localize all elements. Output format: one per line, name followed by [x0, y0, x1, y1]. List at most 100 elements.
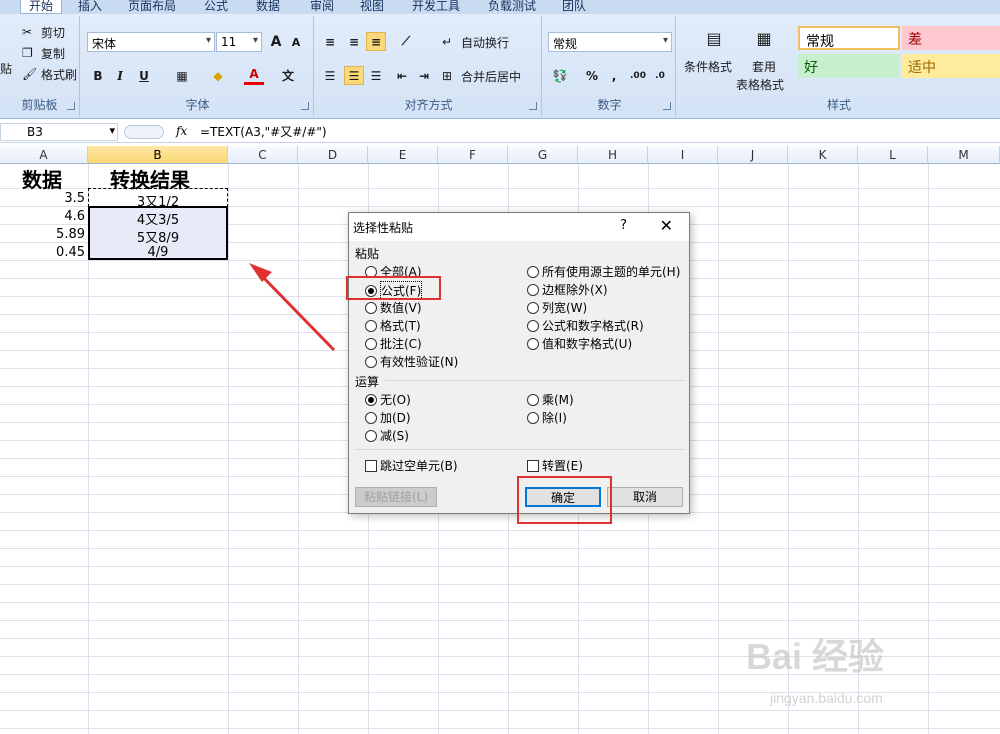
phonetic-button[interactable]: 文 [278, 66, 298, 85]
percent-button[interactable]: % [582, 66, 602, 85]
align-center-icon[interactable]: ☰ [344, 66, 364, 85]
increase-indent-icon[interactable]: ⇥ [414, 66, 434, 85]
column-header[interactable]: E [368, 146, 438, 164]
transpose-checkbox[interactable]: 转置(E) [527, 457, 583, 474]
style-normal[interactable]: 常规 [798, 26, 900, 50]
result-cell-b5[interactable]: 5又8/9 [88, 227, 228, 246]
align-right-icon[interactable]: ☰ [366, 66, 386, 85]
data-cell-a3[interactable]: 3.5 [64, 191, 85, 206]
border-icon[interactable]: ▦ [172, 66, 192, 85]
number-format-combo[interactable]: 常规 [548, 32, 672, 52]
column-header[interactable]: L [858, 146, 928, 164]
conditional-format-icon[interactable]: ▤ [702, 26, 726, 50]
decrease-indent-icon[interactable]: ⇤ [392, 66, 412, 85]
zoom-slider-icon[interactable] [124, 125, 164, 139]
tab-page-layout[interactable]: 页面布局 [128, 0, 176, 14]
data-cell-a6[interactable]: 0.45 [56, 245, 85, 260]
decrease-decimal-button[interactable]: .0 [650, 66, 670, 85]
wrap-text-button[interactable]: ↵ 自动换行 [442, 34, 509, 51]
column-header[interactable]: K [788, 146, 858, 164]
result-cell-b6[interactable]: 4/9 [88, 245, 228, 260]
tab-insert[interactable]: 插入 [78, 0, 102, 14]
dialog-launcher-icon[interactable] [663, 102, 671, 110]
align-top-icon[interactable]: ≡ [320, 32, 340, 51]
tab-data[interactable]: 数据 [256, 0, 280, 14]
column-header[interactable]: I [648, 146, 718, 164]
paste-option-column-widths[interactable]: 列宽(W) [527, 299, 587, 316]
header-cell-b[interactable]: 转换结果 [110, 164, 190, 193]
close-button[interactable]: ✕ [660, 216, 673, 235]
font-size-combo[interactable]: 11 [216, 32, 262, 52]
format-painter-button[interactable]: 🖌 格式刷 [22, 66, 77, 83]
merge-center-button[interactable]: ⊞ 合并后居中 [442, 68, 521, 85]
help-button[interactable]: ? [620, 218, 627, 233]
column-header[interactable]: H [578, 146, 648, 164]
header-cell-a[interactable]: 数据 [22, 164, 62, 193]
data-cell-a5[interactable]: 5.89 [56, 227, 85, 242]
column-header[interactable]: J [718, 146, 788, 164]
tab-view[interactable]: 视图 [360, 0, 384, 14]
align-left-icon[interactable]: ☰ [320, 66, 340, 85]
shrink-font-button[interactable]: A [286, 33, 306, 52]
column-header[interactable]: F [438, 146, 508, 164]
operation-none[interactable]: 无(O) [365, 391, 411, 408]
cancel-button[interactable]: 取消 [607, 487, 683, 507]
tab-home[interactable]: 开始 [20, 0, 63, 14]
currency-icon[interactable]: 💱 [550, 66, 570, 85]
cut-button[interactable]: ✂ 剪切 [22, 24, 65, 41]
style-neutral[interactable]: 适中 [902, 54, 1000, 78]
format-table-button[interactable]: 套用 [752, 58, 776, 75]
fill-color-icon[interactable]: ◆ [208, 66, 228, 85]
column-header[interactable]: D [298, 146, 368, 164]
result-cell-b3[interactable]: 3又1/2 [88, 191, 228, 210]
dialog-launcher-icon[interactable] [67, 102, 75, 110]
formula-input[interactable]: =TEXT(A3,"#又#/#") [200, 123, 327, 140]
data-cell-a4[interactable]: 4.6 [64, 209, 85, 224]
column-header[interactable]: M [928, 146, 1000, 164]
column-header[interactable]: A [0, 146, 88, 164]
skip-blanks-checkbox[interactable]: 跳过空单元(B) [365, 457, 458, 474]
tab-team[interactable]: 团队 [562, 0, 586, 14]
font-name-combo[interactable]: 宋体 [87, 32, 215, 52]
style-good[interactable]: 好 [798, 54, 900, 78]
italic-button[interactable]: I [110, 66, 130, 85]
column-header[interactable]: C [228, 146, 298, 164]
fx-icon[interactable]: fx [176, 124, 187, 138]
grow-font-button[interactable]: A [266, 32, 286, 51]
paste-option-validation[interactable]: 有效性验证(N) [365, 353, 458, 370]
operation-divide[interactable]: 除(I) [527, 409, 567, 426]
result-cell-b4[interactable]: 4又3/5 [88, 209, 228, 228]
underline-button[interactable]: U [134, 66, 154, 85]
tab-load-test[interactable]: 负载测试 [488, 0, 536, 14]
tab-formulas[interactable]: 公式 [204, 0, 228, 14]
copy-button[interactable]: ❐ 复制 [22, 45, 65, 62]
orientation-icon[interactable]: ⟋ [396, 32, 416, 51]
font-color-button[interactable]: A [244, 66, 264, 85]
increase-decimal-button[interactable]: .00 [628, 66, 648, 85]
comma-button[interactable]: , [604, 66, 624, 85]
bold-button[interactable]: B [88, 66, 108, 85]
align-bottom-icon[interactable]: ≡ [366, 32, 386, 51]
dialog-launcher-icon[interactable] [301, 102, 309, 110]
paste-option-no-borders[interactable]: 边框除外(X) [527, 281, 608, 298]
paste-option-source-theme[interactable]: 所有使用源主题的单元(H) [527, 263, 680, 280]
format-table-button-2[interactable]: 表格格式 [736, 76, 784, 93]
style-bad[interactable]: 差 [902, 26, 1000, 50]
dialog-launcher-icon[interactable] [529, 102, 537, 110]
tab-review[interactable]: 审阅 [310, 0, 334, 14]
column-header[interactable]: G [508, 146, 578, 164]
conditional-format-button[interactable]: 条件格式 [684, 58, 732, 75]
paste-option-values-numbers[interactable]: 值和数字格式(U) [527, 335, 632, 352]
name-box[interactable]: B3 [0, 123, 118, 141]
paste-option-comments[interactable]: 批注(C) [365, 335, 422, 352]
align-middle-icon[interactable]: ≡ [344, 32, 364, 51]
paste-option-formats[interactable]: 格式(T) [365, 317, 421, 334]
operation-multiply[interactable]: 乘(M) [527, 391, 574, 408]
operation-subtract[interactable]: 减(S) [365, 427, 409, 444]
column-header[interactable]: B [88, 146, 228, 164]
format-table-icon[interactable]: ▦ [752, 26, 776, 50]
paste-button[interactable]: 贴 [0, 60, 12, 77]
paste-option-formulas-numbers[interactable]: 公式和数字格式(R) [527, 317, 644, 334]
paste-link-button[interactable]: 粘贴链接(L) [355, 487, 437, 507]
operation-add[interactable]: 加(D) [365, 409, 411, 426]
